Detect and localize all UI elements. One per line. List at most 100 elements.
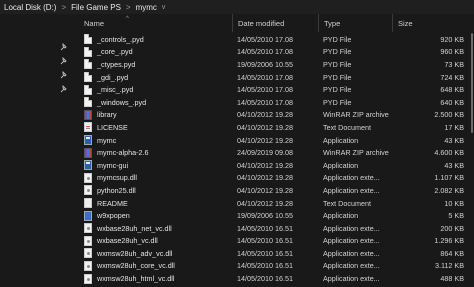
file-date: 14/05/2010 16.51 (237, 236, 293, 246)
file-size: 640 KB (440, 97, 464, 107)
file-type: WinRAR ZIP archive (323, 148, 389, 158)
file-name: LICENSE (97, 122, 128, 132)
file-row[interactable]: _windows_.pyd 14/05/2010 17.08 PYD File 640… (72, 96, 474, 109)
column-header-date[interactable]: Date modified (232, 14, 318, 32)
file-row[interactable]: python25.dll 04/10/2012 19.28 Application … (72, 184, 474, 197)
file-type: Application exte... (323, 236, 380, 246)
column-header-size[interactable]: Size (392, 14, 474, 32)
file-dll-icon (84, 273, 92, 284)
file-cert-icon (84, 122, 92, 133)
file-size: 724 KB (440, 72, 464, 82)
file-row[interactable]: _controls_.pyd 14/05/2010 17.08 PYD File 92… (72, 33, 474, 46)
file-size: 17 KB (444, 122, 464, 132)
file-name-cell: wxmsw28uh_adv_vc.dll (84, 248, 173, 259)
file-type: WinRAR ZIP archive (323, 110, 389, 120)
file-dll-icon (84, 172, 92, 183)
pin-icon (60, 85, 68, 93)
file-zip-icon (84, 147, 92, 158)
column-header: ^ Name Date modified Type Size (72, 14, 474, 32)
file-row[interactable]: _ctypes.pyd 19/09/2006 10.55 PYD File 73 KB (72, 58, 474, 71)
file-type: Application (323, 135, 359, 145)
file-row[interactable]: wxmsw28uh_html_vc.dll 14/05/2010 16.51 App… (72, 272, 474, 285)
file-name: wxmsw28uh_html_vc.dll (97, 274, 175, 284)
file-row[interactable]: mymc-alpha-2.6 24/09/2019 09.08 WinRAR ZIP… (72, 146, 474, 159)
column-type-label: Type (324, 18, 341, 28)
file-size: 4.600 KB (434, 148, 464, 158)
file-row[interactable]: wxmsw28uh_core_vc.dll 14/05/2010 16.51 App… (72, 260, 474, 273)
file-size: 2.082 KB (434, 185, 464, 195)
file-type: Application exte... (323, 223, 380, 233)
file-size: 960 KB (440, 47, 464, 57)
file-type: PYD File (323, 47, 352, 57)
file-row[interactable]: LICENSE 04/10/2012 19.28 Text Document 17 K… (72, 121, 474, 134)
breadcrumb-file-game-ps[interactable]: File Game PS (71, 3, 121, 12)
file-name-cell: wxmsw28uh_html_vc.dll (84, 273, 175, 284)
file-name-cell: python25.dll (84, 185, 136, 196)
file-date: 04/10/2012 19.28 (237, 198, 293, 208)
file-dll-icon (84, 248, 92, 259)
file-name: wxmsw28uh_core_vc.dll (97, 261, 175, 271)
file-name: wxmsw28uh_adv_vc.dll (97, 248, 173, 258)
file-name: _windows_.pyd (97, 97, 147, 107)
file-row[interactable]: mymcsup.dll 04/10/2012 19.28 Application e… (72, 172, 474, 185)
breadcrumb-dropdown-icon[interactable]: v (162, 4, 166, 11)
file-name-cell: _ctypes.pyd (84, 59, 135, 70)
file-app-icon (84, 135, 92, 146)
file-date: 19/09/2006 10.55 (237, 211, 293, 221)
file-row[interactable]: library 04/10/2012 19.28 WinRAR ZIP archiv… (72, 109, 474, 122)
file-name-cell: README (84, 198, 128, 209)
file-type: Text Document (323, 122, 371, 132)
column-header-name[interactable]: Name (79, 14, 231, 32)
file-row[interactable]: wxbase28uh_vc.dll 14/05/2010 16.51 Applica… (72, 235, 474, 248)
file-row[interactable]: _misc_.pyd 14/05/2010 17.08 PYD File 648 KB (72, 83, 474, 96)
file-type: Application exte... (323, 261, 380, 271)
file-name: library (97, 110, 117, 120)
file-name: _core_.pyd (97, 47, 133, 57)
file-date: 04/10/2012 19.28 (237, 110, 293, 120)
column-size-label: Size (398, 18, 413, 28)
file-dll-icon (84, 223, 92, 234)
file-date: 14/05/2010 16.51 (237, 261, 293, 271)
file-row[interactable]: _core_.pyd 14/05/2010 17.08 PYD File 960 KB (72, 46, 474, 59)
file-name-cell: _misc_.pyd (84, 84, 133, 95)
file-doc-icon (84, 46, 92, 57)
breadcrumb-local-disk[interactable]: Local Disk (D:) (4, 3, 56, 12)
file-row[interactable]: w9xpopen 19/09/2006 10.55 Application 5 KB (72, 209, 474, 222)
file-type: Application exte... (323, 248, 380, 258)
file-date: 14/05/2010 17.08 (237, 97, 293, 107)
file-name-cell: mymc (84, 135, 117, 146)
file-size: 1.296 KB (434, 236, 464, 246)
file-row[interactable]: mymc-gui 04/10/2012 19.28 Application 43 KB (72, 159, 474, 172)
breadcrumb: Local Disk (D:) > File Game PS > mymc v (0, 0, 474, 14)
pin-icon (60, 71, 68, 79)
file-blank-icon (84, 198, 92, 209)
file-dll-icon (84, 260, 92, 271)
column-header-type[interactable]: Type (318, 14, 392, 32)
pin-icon (60, 57, 68, 65)
file-row[interactable]: wxbase28uh_net_vc.dll 14/05/2010 16.51 App… (72, 222, 474, 235)
file-doc-icon (84, 84, 92, 95)
vertical-scrollbar[interactable] (470, 33, 474, 287)
file-date: 14/05/2010 16.51 (237, 274, 293, 284)
file-date: 14/05/2010 17.08 (237, 47, 293, 57)
file-name: _gdi_.pyd (97, 72, 129, 82)
file-name-cell: _gdi_.pyd (84, 72, 129, 83)
file-size: 3.112 KB (434, 261, 464, 271)
file-row[interactable]: mymc 04/10/2012 19.28 Application 43 KB (72, 134, 474, 147)
navigation-pane (0, 14, 72, 287)
file-row[interactable]: wxmsw28uh_adv_vc.dll 14/05/2010 16.51 Appl… (72, 247, 474, 260)
breadcrumb-separator-icon: > (61, 2, 67, 12)
file-size: 488 KB (440, 274, 464, 284)
file-name-cell: wxbase28uh_vc.dll (84, 235, 158, 246)
file-name: mymc-alpha-2.6 (97, 148, 149, 158)
file-doc-icon (84, 72, 92, 83)
file-exe2-icon (84, 210, 92, 221)
file-type: Application exte... (323, 173, 380, 183)
file-row[interactable]: README 04/10/2012 19.28 Text Document 10 KB (72, 197, 474, 210)
column-date-label: Date modified (238, 18, 285, 28)
file-row[interactable]: _gdi_.pyd 14/05/2010 17.08 PYD File 724 KB (72, 71, 474, 84)
file-name: mymc (97, 135, 117, 145)
breadcrumb-mymc[interactable]: mymc (136, 3, 157, 12)
file-doc-icon (84, 97, 92, 108)
scrollbar-thumb[interactable] (471, 33, 473, 133)
